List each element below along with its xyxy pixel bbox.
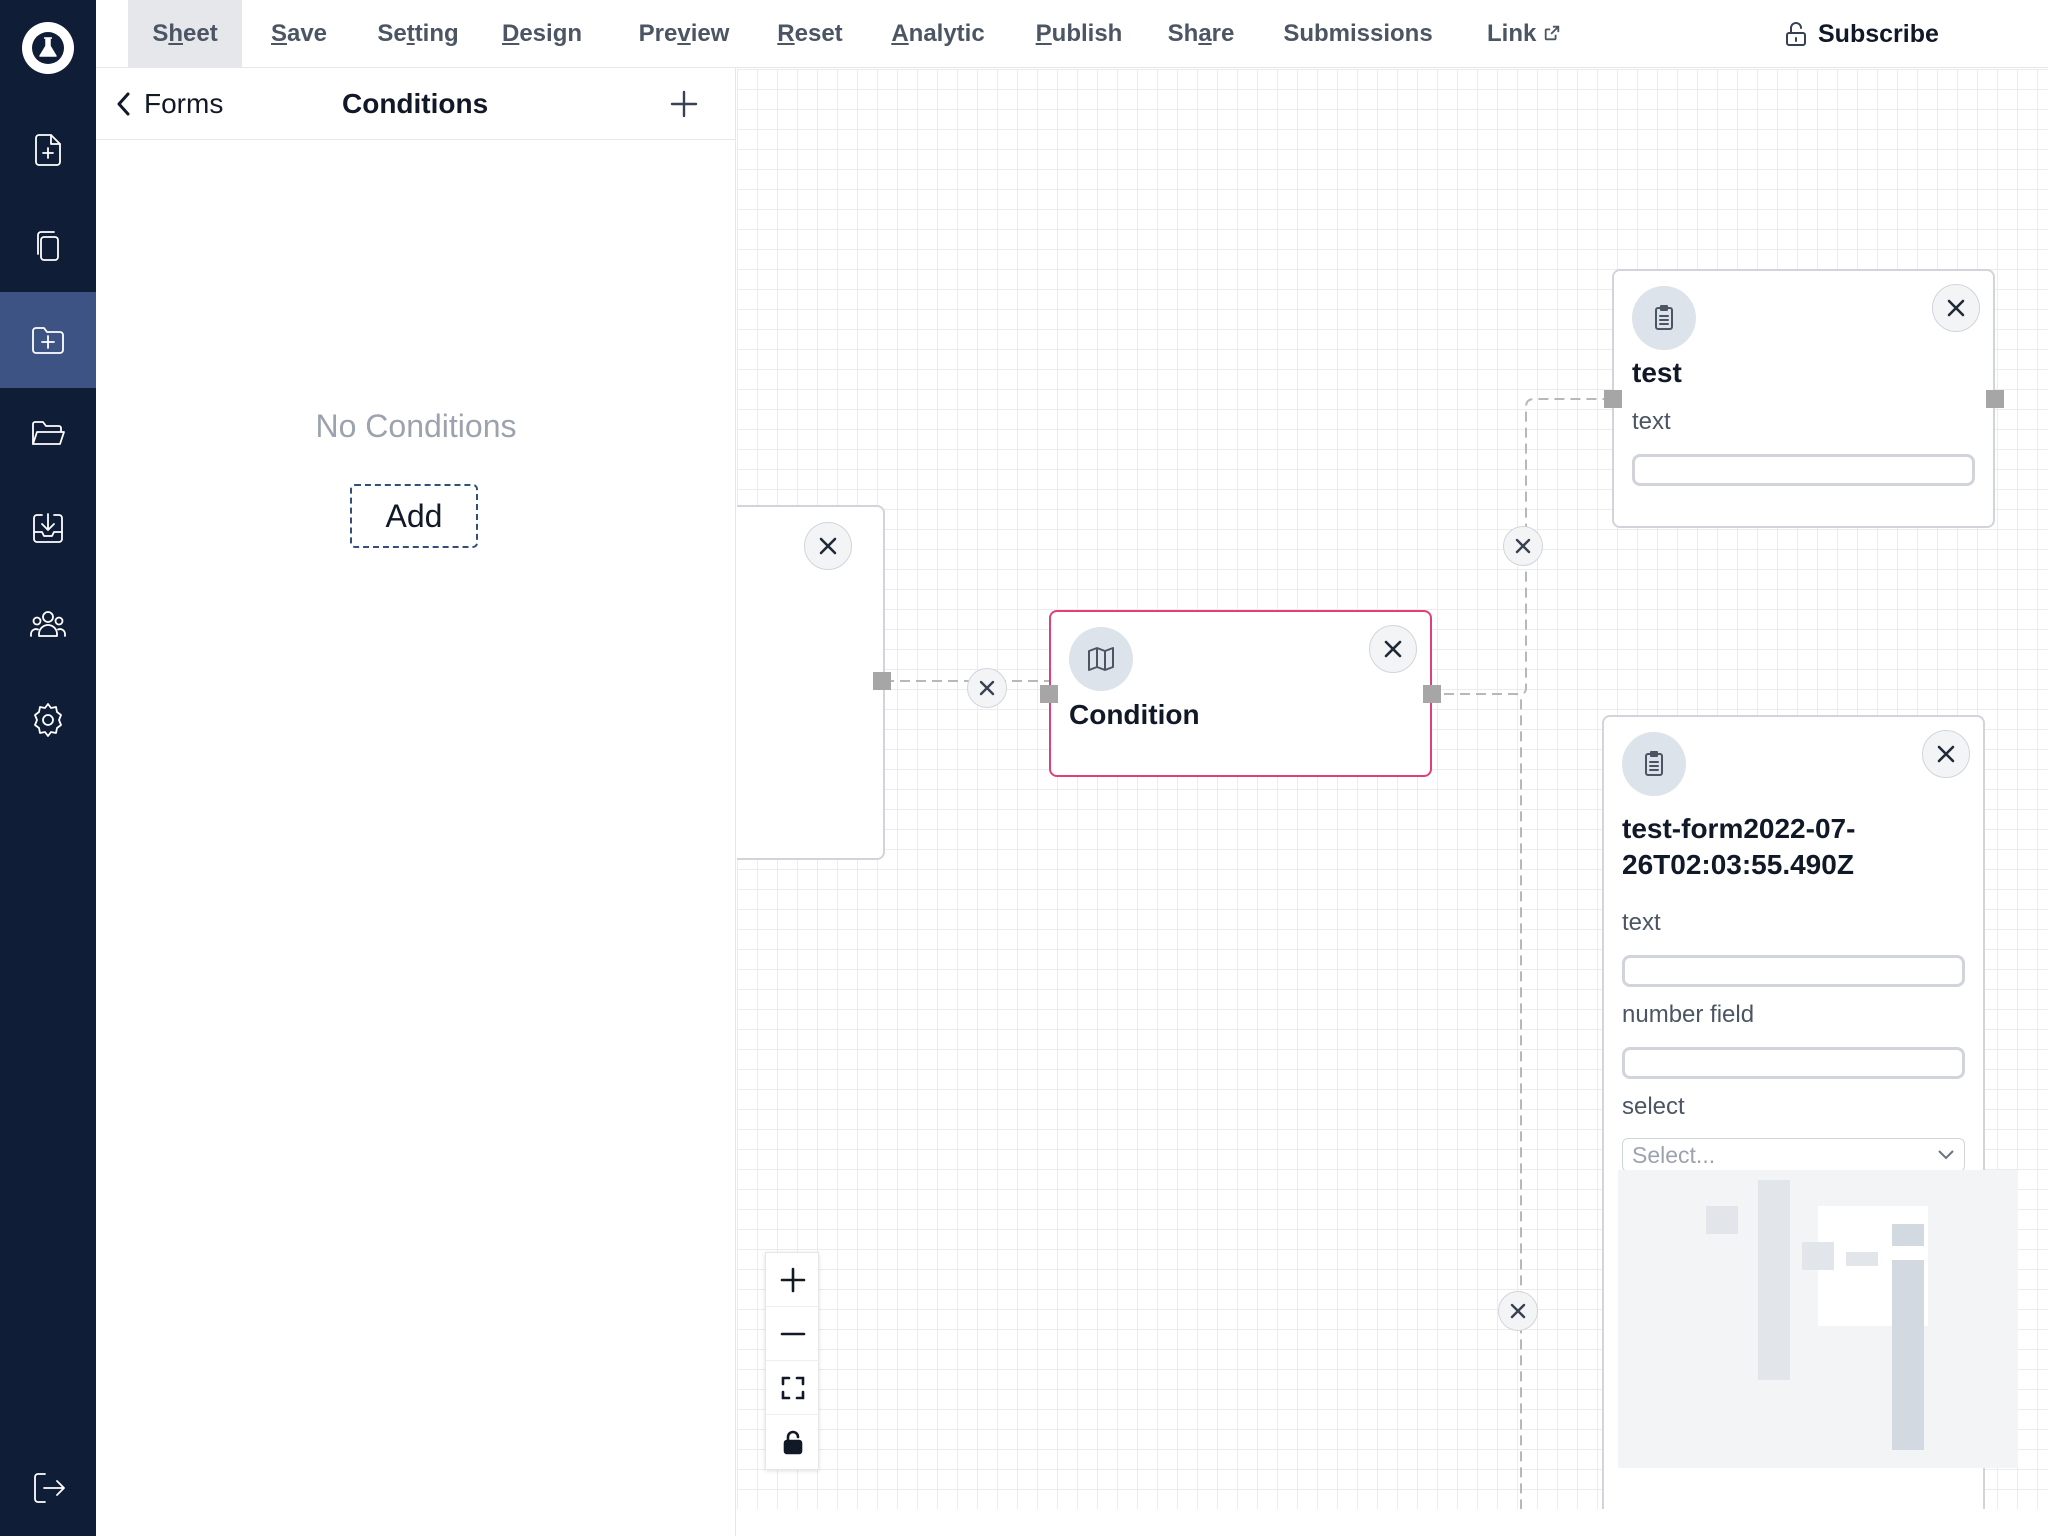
minimap-node [1892,1260,1924,1450]
add-condition-button[interactable]: Add [350,484,478,548]
edge-delete-button[interactable] [967,668,1007,708]
text-field[interactable] [1632,454,1975,486]
flow-canvas[interactable]: Condition test text test-form2022-07- 26… [737,69,2048,1509]
menu-preview[interactable]: Preview [634,0,734,68]
condition-input-handle[interactable] [1040,685,1058,703]
empty-state-text: No Conditions [315,408,517,444]
close-icon [1947,299,1965,317]
fit-view-icon [781,1376,805,1399]
node-title: test-form2022-07- 26T02:03:55.490Z [1622,813,1856,880]
back-to-forms-link[interactable]: Forms [114,68,223,140]
unlock-icon [1786,22,1806,46]
panel-header: Forms Conditions [96,68,736,140]
minimap[interactable] [1618,1170,2018,1468]
edge-delete-button[interactable] [1498,1291,1538,1331]
minimap-node [1846,1252,1878,1266]
external-link-icon [1544,25,1560,41]
plus-icon [780,1267,806,1292]
close-icon [1937,745,1955,763]
field-label: text [1622,909,1661,936]
close-icon [1515,538,1531,554]
close-icon [979,680,995,696]
users-icon[interactable] [0,576,96,672]
zoom-in-button[interactable] [766,1253,820,1307]
menu-setting[interactable]: Setting [368,0,468,68]
node-close-button[interactable] [1369,625,1417,673]
logout-icon[interactable] [0,1440,96,1536]
chevron-down-icon [1938,1150,1954,1160]
clipboard-icon [1622,732,1686,796]
close-icon [1384,640,1402,658]
inbox-download-icon[interactable] [0,480,96,576]
clipboard-icon [1632,286,1696,350]
chevron-left-icon [117,92,130,116]
menu-share[interactable]: Share [1164,0,1238,68]
zoom-out-button[interactable] [766,1307,820,1361]
field-label: text [1632,408,1671,435]
top-menu-bar: Sheet Save Setting Design Preview Reset … [96,0,2048,68]
menu-design[interactable]: Design [496,0,588,68]
subscribe-button[interactable]: Subscribe [1782,0,1939,68]
panel-title: Conditions [342,88,489,119]
app-logo-icon[interactable] [22,22,74,74]
file-plus-icon[interactable] [0,102,96,198]
number-field[interactable] [1622,1047,1965,1079]
menu-analytic[interactable]: Analytic [886,0,990,68]
node-close-button[interactable] [1922,730,1970,778]
test-form-node[interactable]: test text [1612,269,1995,528]
minimap-node [1892,1224,1924,1246]
field-label: select [1622,1093,1685,1120]
folder-plus-icon[interactable] [0,292,96,388]
app-sidebar [0,0,96,1536]
minimap-node [1758,1180,1790,1380]
edge-delete-button[interactable] [1503,526,1543,566]
menu-save[interactable]: Save [259,0,339,68]
node-close-button[interactable] [1932,284,1980,332]
condition-node[interactable]: Condition [1049,610,1432,777]
condition-output-handle[interactable] [1423,685,1441,703]
select-field[interactable]: Select... [1622,1138,1965,1172]
folder-open-icon[interactable] [0,386,96,482]
test-input-handle[interactable] [1604,390,1622,408]
edge-condition-to-form [1172,693,1522,1509]
menu-reset[interactable]: Reset [770,0,850,68]
menu-sheet[interactable]: Sheet [128,0,242,68]
text-field[interactable] [1622,955,1965,987]
conditions-panel: Forms Conditions No Conditions Add [96,68,736,1536]
menu-publish[interactable]: Publish [1032,0,1126,68]
minimap-node [1706,1206,1738,1234]
menu-link[interactable]: Link [1482,0,1566,68]
minus-icon [780,1332,806,1335]
lock-icon [783,1430,803,1455]
source-handle[interactable] [873,672,891,690]
gear-icon[interactable] [0,672,96,768]
close-icon [819,537,837,555]
add-condition-icon[interactable] [668,88,700,120]
node-title: Condition [1069,699,1200,730]
source-form-node[interactable] [737,505,885,860]
lock-toggle-button[interactable] [766,1415,820,1469]
test-output-handle[interactable] [1986,390,2004,408]
close-icon [1510,1303,1526,1319]
minimap-node [1802,1242,1834,1270]
map-icon [1069,627,1133,691]
fit-view-button[interactable] [766,1361,820,1415]
zoom-controls [765,1252,820,1470]
menu-submissions[interactable]: Submissions [1280,0,1436,68]
copy-icon[interactable] [0,198,96,294]
node-title: test [1632,357,1682,388]
field-label: number field [1622,1001,1755,1028]
node-close-button[interactable] [804,522,852,570]
